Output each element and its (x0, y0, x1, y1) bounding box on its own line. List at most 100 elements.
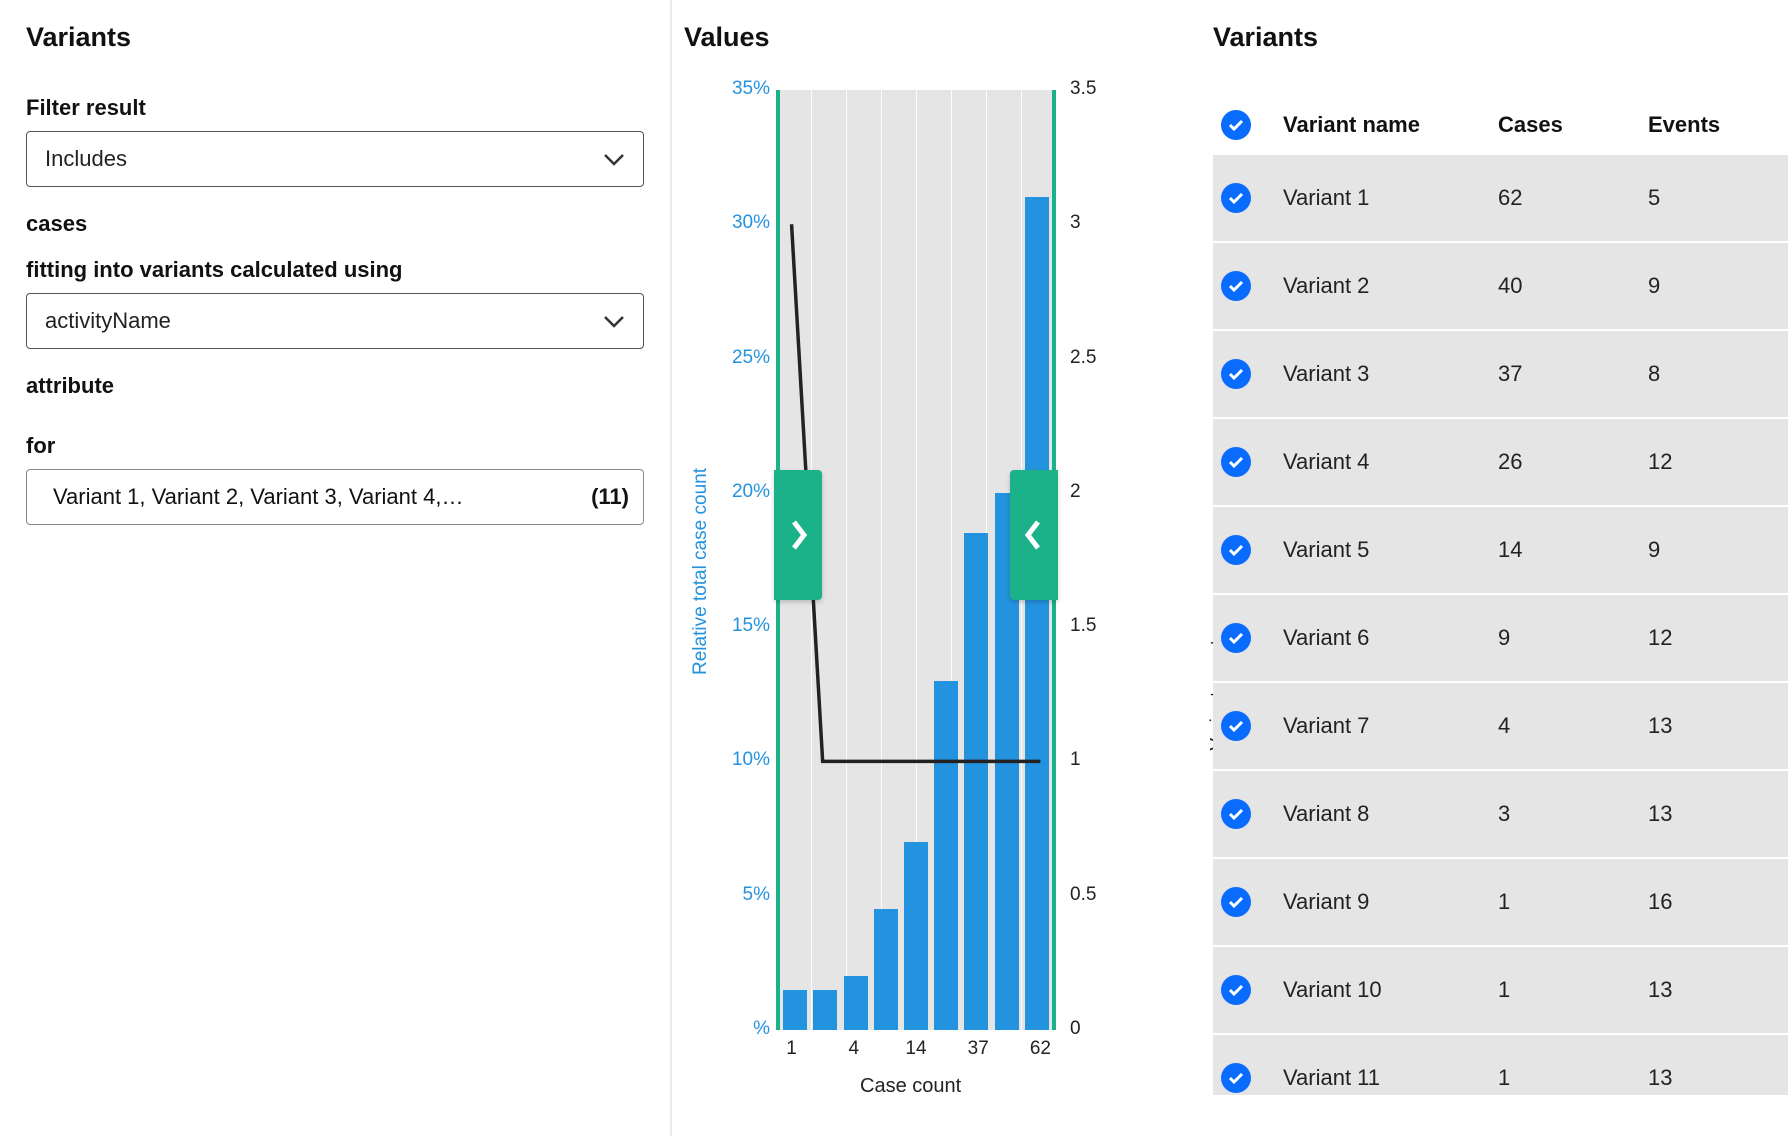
for-selection-count: (11) (591, 484, 629, 510)
cell-variant-name: Variant 9 (1283, 889, 1498, 915)
cell-events: 12 (1648, 625, 1788, 651)
row-checkbox[interactable] (1221, 975, 1251, 1005)
y-left-axis-label: Relative total case count (690, 468, 712, 675)
y-right-tick: 0 (1070, 1018, 1110, 1040)
values-panel: Values Relative total case count Variant… (672, 0, 1183, 1136)
chart-bar[interactable] (874, 909, 898, 1030)
variant-chart: Relative total case count Variant count … (690, 90, 1202, 1100)
cell-cases: 3 (1498, 801, 1648, 827)
row-checkbox[interactable] (1221, 271, 1251, 301)
fitting-label: fitting into variants calculated using (26, 257, 644, 283)
table-row[interactable]: Variant 6 9 12 (1213, 595, 1788, 683)
x-tick: 62 (1020, 1038, 1060, 1060)
row-checkbox[interactable] (1221, 359, 1251, 389)
chart-bar[interactable] (844, 976, 868, 1030)
y-right-tick: 1 (1070, 749, 1110, 771)
cell-cases: 14 (1498, 537, 1648, 563)
cell-variant-name: Variant 10 (1283, 977, 1498, 1003)
table-row[interactable]: Variant 8 3 13 (1213, 771, 1788, 859)
panel-title-variants: Variants (26, 22, 644, 53)
row-checkbox[interactable] (1221, 447, 1251, 477)
table-row[interactable]: Variant 3 37 8 (1213, 331, 1788, 419)
row-checkbox[interactable] (1221, 799, 1251, 829)
filter-panel: Variants Filter result Includes cases fi… (0, 0, 672, 1136)
table-row[interactable]: Variant 9 1 16 (1213, 859, 1788, 947)
y-right-tick: 1.5 (1070, 615, 1110, 637)
chart-bar[interactable] (934, 681, 958, 1030)
filter-result-value: Includes (45, 146, 127, 172)
cell-variant-name: Variant 2 (1283, 273, 1498, 299)
cell-variant-name: Variant 7 (1283, 713, 1498, 739)
cell-cases: 62 (1498, 185, 1648, 211)
row-checkbox[interactable] (1221, 535, 1251, 565)
cell-events: 13 (1648, 977, 1788, 1003)
row-checkbox[interactable] (1221, 183, 1251, 213)
chart-bar[interactable] (813, 990, 837, 1030)
filter-result-select[interactable]: Includes (26, 131, 644, 187)
chart-bar[interactable] (964, 533, 988, 1030)
cell-events: 5 (1648, 185, 1788, 211)
chart-bar[interactable] (904, 842, 928, 1030)
for-selection-box[interactable]: Variant 1, Variant 2, Variant 3, Variant… (26, 469, 644, 525)
chevron-down-icon (603, 146, 625, 172)
variants-table-panel: Variants Variant name Cases Events Varia… (1183, 0, 1788, 1136)
cell-cases: 26 (1498, 449, 1648, 475)
cell-variant-name: Variant 6 (1283, 625, 1498, 651)
row-checkbox[interactable] (1221, 1063, 1251, 1093)
y-right-tick: 2.5 (1070, 347, 1110, 369)
chart-plot-area[interactable] (776, 90, 1056, 1030)
col-header-name[interactable]: Variant name (1283, 112, 1498, 138)
cell-cases: 37 (1498, 361, 1648, 387)
cell-variant-name: Variant 3 (1283, 361, 1498, 387)
y-left-tick: 30% (710, 212, 770, 234)
cell-events: 12 (1648, 449, 1788, 475)
select-all-checkbox[interactable] (1221, 110, 1251, 140)
cell-events: 9 (1648, 273, 1788, 299)
range-handle-right[interactable] (1010, 470, 1058, 600)
table-row[interactable]: Variant 5 14 9 (1213, 507, 1788, 595)
panel-title-values: Values (684, 22, 1183, 53)
cell-variant-name: Variant 4 (1283, 449, 1498, 475)
x-tick: 37 (958, 1038, 998, 1060)
row-checkbox[interactable] (1221, 887, 1251, 917)
cell-cases: 1 (1498, 1065, 1648, 1091)
cell-events: 16 (1648, 889, 1788, 915)
for-label: for (26, 433, 644, 459)
y-left-tick: 35% (710, 78, 770, 100)
cell-variant-name: Variant 1 (1283, 185, 1498, 211)
cell-events: 13 (1648, 801, 1788, 827)
chart-bar[interactable] (1025, 197, 1049, 1030)
attribute-label: attribute (26, 373, 644, 399)
cell-cases: 40 (1498, 273, 1648, 299)
col-header-events[interactable]: Events (1648, 112, 1788, 138)
cell-cases: 4 (1498, 713, 1648, 739)
cell-cases: 9 (1498, 625, 1648, 651)
table-row[interactable]: Variant 2 40 9 (1213, 243, 1788, 331)
filter-result-label: Filter result (26, 95, 644, 121)
x-tick: 4 (834, 1038, 874, 1060)
cell-variant-name: Variant 11 (1283, 1065, 1498, 1091)
y-left-tick: % (710, 1018, 770, 1040)
table-row[interactable]: Variant 10 1 13 (1213, 947, 1788, 1035)
table-header-row: Variant name Cases Events (1213, 95, 1788, 155)
for-selection-value: Variant 1, Variant 2, Variant 3, Variant… (53, 484, 463, 510)
panel-title-variants-list: Variants (1213, 22, 1788, 53)
x-axis-label: Case count (860, 1075, 961, 1098)
cell-events: 8 (1648, 361, 1788, 387)
attribute-value: activityName (45, 308, 171, 334)
table-row[interactable]: Variant 4 26 12 (1213, 419, 1788, 507)
col-header-cases[interactable]: Cases (1498, 112, 1648, 138)
y-left-tick: 10% (710, 749, 770, 771)
table-row[interactable]: Variant 1 62 5 (1213, 155, 1788, 243)
y-right-tick: 3 (1070, 212, 1110, 234)
cases-label: cases (26, 211, 644, 237)
row-checkbox[interactable] (1221, 711, 1251, 741)
row-checkbox[interactable] (1221, 623, 1251, 653)
chart-bar[interactable] (783, 990, 807, 1030)
table-row[interactable]: Variant 7 4 13 (1213, 683, 1788, 771)
attribute-select[interactable]: activityName (26, 293, 644, 349)
range-handle-left[interactable] (774, 470, 822, 600)
y-left-tick: 5% (710, 884, 770, 906)
table-row[interactable]: Variant 11 1 13 (1213, 1035, 1788, 1095)
x-tick: 1 (772, 1038, 812, 1060)
